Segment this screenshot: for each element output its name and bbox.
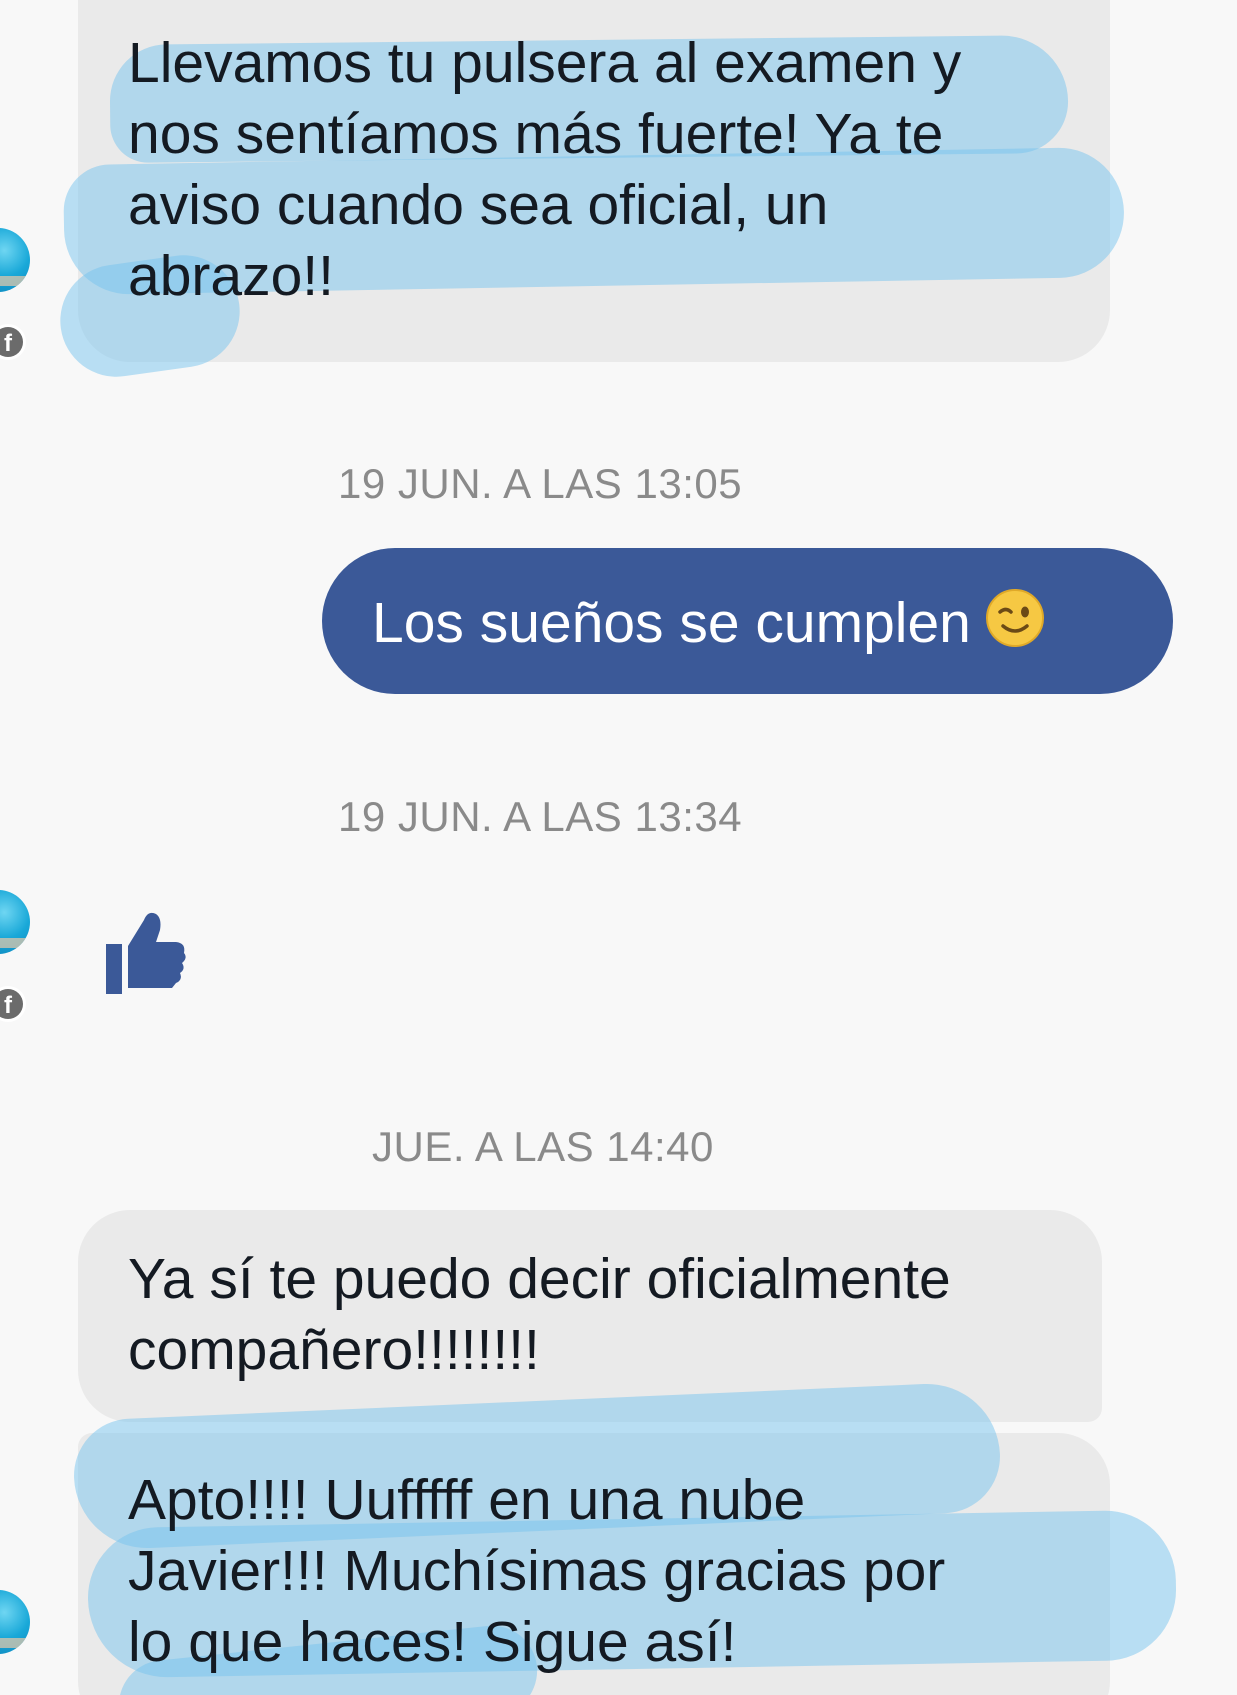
contact-avatar[interactable] xyxy=(0,890,30,954)
message-text: Llevamos tu pulsera al examen y nos sent… xyxy=(128,31,962,308)
outgoing-message-bubble[interactable]: Los sueños se cumplen xyxy=(322,548,1173,694)
facebook-icon: f xyxy=(0,984,28,1024)
conversation-view: f Llevamos tu pulsera al examen y nos se… xyxy=(0,0,1237,1695)
winking-face-emoji xyxy=(985,588,1045,648)
message-text: Los sueños se cumplen xyxy=(372,591,971,655)
incoming-message-bubble[interactable]: Ya sí te puedo decir oficialmente compañ… xyxy=(78,1210,1102,1422)
message-text: Apto!!!! Uufffff en una nube Javier!!! M… xyxy=(128,1468,946,1674)
incoming-message-bubble[interactable]: Apto!!!! Uufffff en una nube Javier!!! M… xyxy=(71,1380,1178,1695)
thumbs-up-icon[interactable] xyxy=(104,906,188,996)
message-text: Ya sí te puedo decir oficialmente compañ… xyxy=(128,1247,951,1382)
message-timestamp: 19 JUN. A LAS 13:05 xyxy=(338,460,743,507)
facebook-icon: f xyxy=(0,322,28,362)
incoming-message-bubble[interactable]: Llevamos tu pulsera al examen y nos sent… xyxy=(53,0,1126,384)
message-timestamp: JUE. A LAS 14:40 xyxy=(372,1123,714,1170)
message-timestamp: 19 JUN. A LAS 13:34 xyxy=(338,793,743,840)
contact-avatar[interactable] xyxy=(0,228,30,292)
contact-avatar[interactable] xyxy=(0,1590,30,1654)
